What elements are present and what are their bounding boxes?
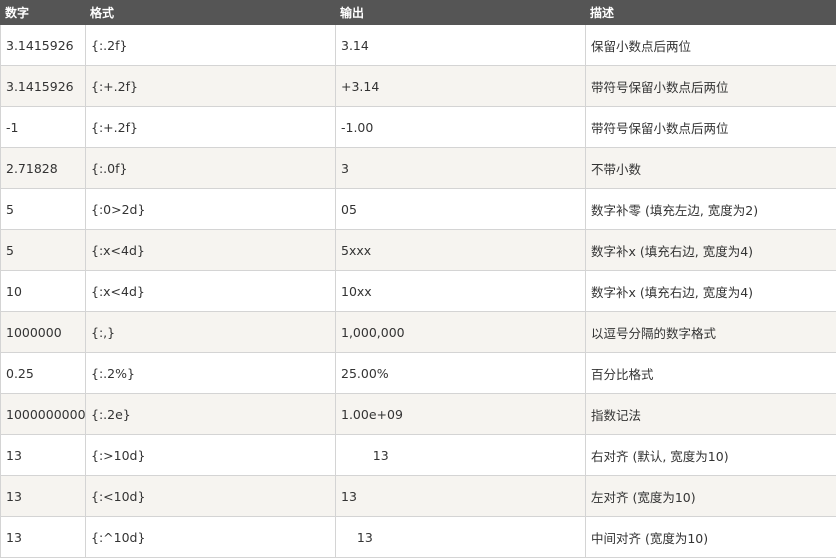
cell-format: {:^10d}	[85, 516, 336, 558]
table-row: 5 {:0>2d} 05 数字补零 (填充左边, 宽度为2)	[0, 188, 836, 230]
cell-number: 13	[0, 475, 86, 517]
cell-format: {:,}	[85, 311, 336, 353]
cell-output: 10xx	[335, 270, 586, 312]
table-row: 13 {:>10d} 13 右对齐 (默认, 宽度为10)	[0, 434, 836, 476]
cell-output: 1.00e+09	[335, 393, 586, 435]
table-row: -1 {:+.2f} -1.00 带符号保留小数点后两位	[0, 106, 836, 148]
table-row: 3.1415926 {:.2f} 3.14 保留小数点后两位	[0, 24, 836, 66]
cell-format: {:.0f}	[85, 147, 336, 189]
table-header: 数字 格式 输出 描述	[0, 0, 836, 25]
cell-output: -1.00	[335, 106, 586, 148]
cell-output: 13	[335, 516, 586, 558]
cell-number: 10	[0, 270, 86, 312]
cell-number: 13	[0, 516, 86, 558]
cell-output: +3.14	[335, 65, 586, 107]
cell-format: {:x<4d}	[85, 270, 336, 312]
table-row: 13 {:<10d} 13 左对齐 (宽度为10)	[0, 475, 836, 517]
cell-description: 数字补x (填充右边, 宽度为4)	[585, 229, 836, 271]
table-row: 2.71828 {:.0f} 3 不带小数	[0, 147, 836, 189]
cell-format: {:.2f}	[85, 24, 336, 66]
cell-format: {:x<4d}	[85, 229, 336, 271]
cell-description: 以逗号分隔的数字格式	[585, 311, 836, 353]
cell-number: 5	[0, 229, 86, 271]
header-description: 描述	[585, 0, 836, 25]
table-row: 5 {:x<4d} 5xxx 数字补x (填充右边, 宽度为4)	[0, 229, 836, 271]
table-row: 1000000 {:,} 1,000,000 以逗号分隔的数字格式	[0, 311, 836, 353]
table-row: 10 {:x<4d} 10xx 数字补x (填充右边, 宽度为4)	[0, 270, 836, 312]
cell-format: {:.2%}	[85, 352, 336, 394]
format-table: 数字 格式 输出 描述 3.1415926 {:.2f} 3.14 保留小数点后…	[0, 0, 836, 558]
table-row: 3.1415926 {:+.2f} +3.14 带符号保留小数点后两位	[0, 65, 836, 107]
cell-description: 数字补零 (填充左边, 宽度为2)	[585, 188, 836, 230]
header-format: 格式	[85, 0, 336, 25]
cell-description: 数字补x (填充右边, 宽度为4)	[585, 270, 836, 312]
table-row: 0.25 {:.2%} 25.00% 百分比格式	[0, 352, 836, 394]
cell-description: 带符号保留小数点后两位	[585, 65, 836, 107]
header-row: 数字 格式 输出 描述	[0, 0, 836, 25]
cell-description: 保留小数点后两位	[585, 24, 836, 66]
cell-number: 2.71828	[0, 147, 86, 189]
cell-format: {:+.2f}	[85, 106, 336, 148]
cell-description: 指数记法	[585, 393, 836, 435]
cell-description: 带符号保留小数点后两位	[585, 106, 836, 148]
cell-output: 5xxx	[335, 229, 586, 271]
cell-format: {:+.2f}	[85, 65, 336, 107]
cell-number: 3.1415926	[0, 65, 86, 107]
cell-format: {:>10d}	[85, 434, 336, 476]
table-body: 3.1415926 {:.2f} 3.14 保留小数点后两位 3.1415926…	[0, 24, 836, 558]
cell-number: 1000000000	[0, 393, 86, 435]
cell-number: 5	[0, 188, 86, 230]
cell-output: 05	[335, 188, 586, 230]
cell-number: 3.1415926	[0, 24, 86, 66]
cell-format: {:<10d}	[85, 475, 336, 517]
table-row: 13 {:^10d} 13 中间对齐 (宽度为10)	[0, 516, 836, 558]
cell-format: {:.2e}	[85, 393, 336, 435]
cell-output: 13	[335, 434, 586, 476]
cell-output: 3.14	[335, 24, 586, 66]
cell-description: 中间对齐 (宽度为10)	[585, 516, 836, 558]
cell-output: 1,000,000	[335, 311, 586, 353]
cell-description: 百分比格式	[585, 352, 836, 394]
cell-description: 右对齐 (默认, 宽度为10)	[585, 434, 836, 476]
cell-format: {:0>2d}	[85, 188, 336, 230]
header-output: 输出	[335, 0, 586, 25]
cell-output: 25.00%	[335, 352, 586, 394]
cell-number: 0.25	[0, 352, 86, 394]
cell-output: 13	[335, 475, 586, 517]
cell-number: -1	[0, 106, 86, 148]
cell-description: 左对齐 (宽度为10)	[585, 475, 836, 517]
header-number: 数字	[0, 0, 86, 25]
cell-number: 13	[0, 434, 86, 476]
cell-number: 1000000	[0, 311, 86, 353]
cell-description: 不带小数	[585, 147, 836, 189]
cell-output: 3	[335, 147, 586, 189]
table-row: 1000000000 {:.2e} 1.00e+09 指数记法	[0, 393, 836, 435]
